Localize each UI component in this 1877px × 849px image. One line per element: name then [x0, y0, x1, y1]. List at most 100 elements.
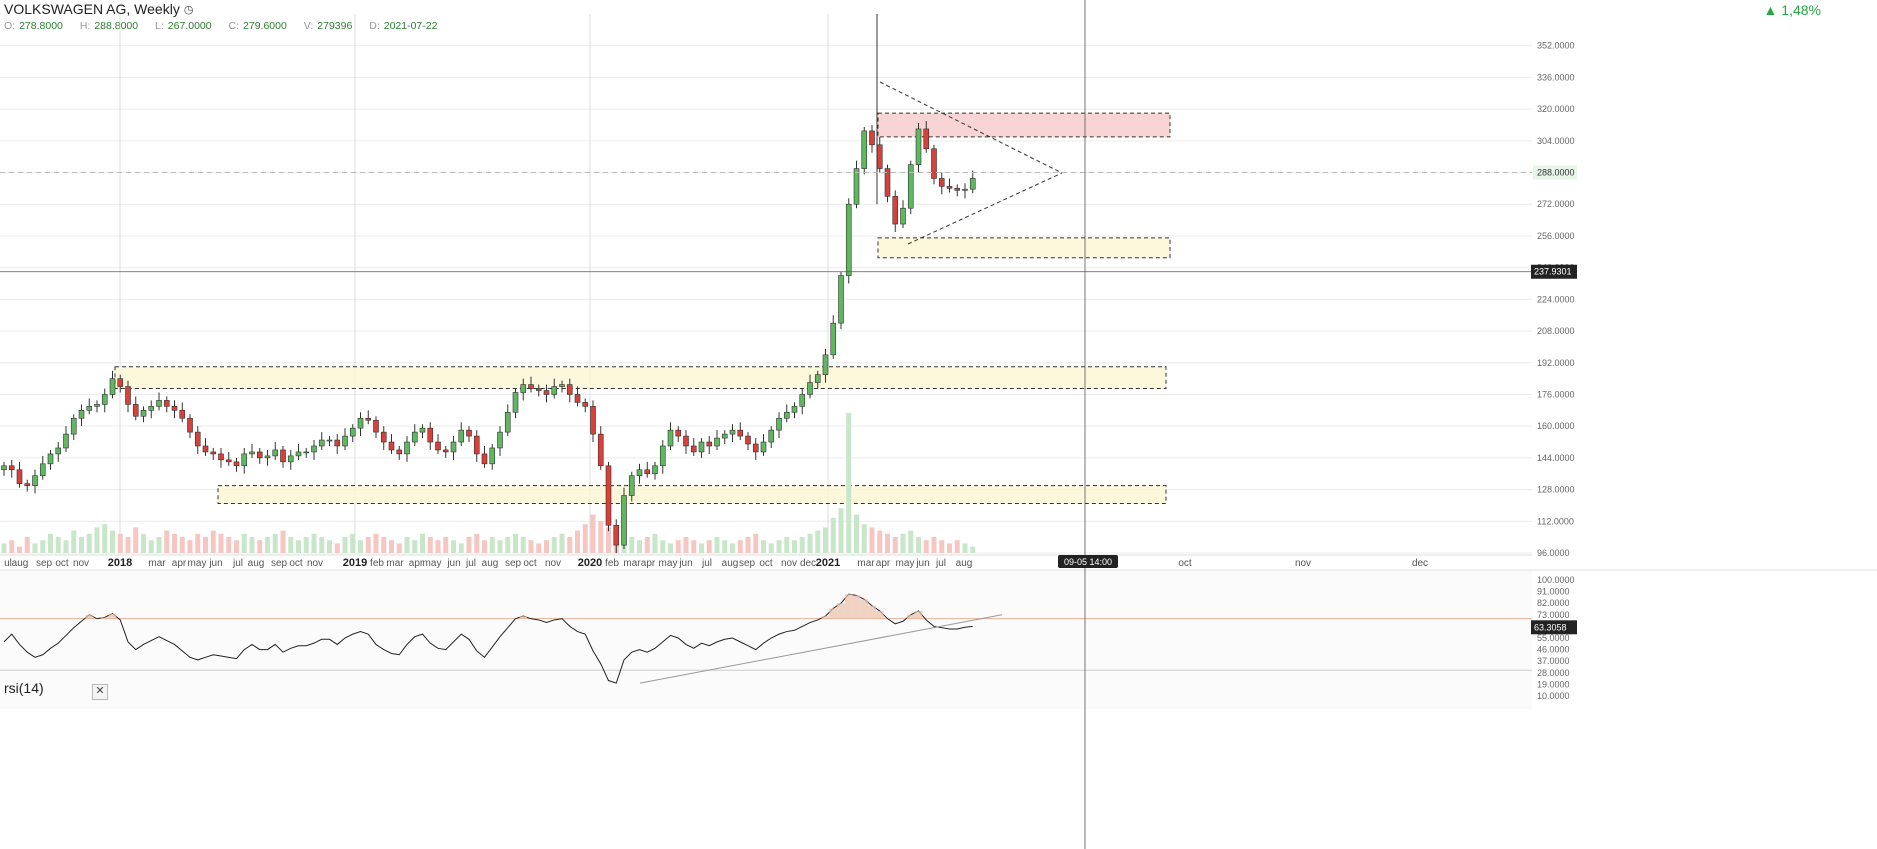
volume-bar: [365, 537, 371, 553]
volume-bar: [412, 540, 418, 553]
y-axis: 352.0000 336.0000 320.0000 304.0000 288.0000…: [1533, 41, 1577, 558]
candle-body: [86, 406, 93, 411]
candle-body: [233, 461, 240, 467]
volume-bar: [691, 540, 697, 553]
candle-body: [24, 483, 31, 486]
candle-body: [714, 437, 720, 447]
x-tick-label: may: [896, 558, 915, 569]
x-tick-label: oct: [1178, 558, 1192, 569]
candle-body: [117, 378, 124, 387]
candle-body: [210, 451, 217, 455]
candle-body: [218, 453, 224, 461]
x-tick-label: oct: [289, 558, 303, 569]
candle-body: [404, 441, 410, 455]
volume-bar: [737, 540, 743, 553]
candle-body: [264, 455, 271, 459]
candle-body: [380, 431, 387, 443]
volume-bar: [885, 533, 890, 553]
x-tick-label: aug: [956, 558, 973, 569]
volume-bar: [110, 530, 115, 553]
candle-body: [8, 465, 15, 471]
volume-bar: [303, 537, 309, 553]
volume-bar: [745, 537, 751, 553]
rsi-overbought-fill: [914, 610, 923, 619]
candle-body: [295, 451, 302, 457]
volume-bar: [861, 524, 867, 553]
x-tick-label: aug: [482, 558, 499, 569]
rsi-label: rsi(14): [4, 680, 44, 696]
x-tick-label: nov: [545, 558, 561, 569]
volume-bar: [900, 533, 906, 553]
volume-bar: [846, 413, 852, 553]
candle-body: [70, 417, 77, 435]
volume-bar: [892, 537, 898, 553]
volume-bar: [172, 533, 177, 553]
volume-bar: [404, 537, 410, 553]
candle-body: [807, 382, 813, 395]
candle-body: [419, 427, 426, 433]
volume-bar: [520, 537, 526, 553]
x-tick-label: nov: [1295, 558, 1311, 569]
volume-bar: [908, 530, 914, 553]
volume-bar: [226, 537, 232, 553]
volume-bar: [296, 540, 301, 553]
rsi-overbought-fill: [100, 617, 109, 619]
candle-body: [481, 453, 488, 465]
x-tick-label: may: [423, 558, 442, 569]
rsi-tick-label: 100.0000: [1537, 575, 1575, 585]
volume-bar: [660, 540, 666, 553]
volume-bar: [86, 533, 92, 553]
triangle-lower-line: [907, 172, 1063, 245]
candle-body: [63, 433, 69, 449]
volume-bar: [40, 540, 46, 553]
x-tick-label: aug: [12, 558, 29, 569]
volume-bar: [319, 537, 325, 553]
volume-bar: [722, 540, 728, 553]
rsi-overbought-fill: [85, 614, 94, 619]
volume-bar: [342, 537, 348, 553]
candle-body: [969, 178, 976, 190]
candle-body: [39, 463, 46, 477]
candle-body: [768, 429, 775, 443]
volume-bar: [815, 530, 821, 553]
support-zone: [217, 485, 1167, 504]
crosshair: 237.9301 09-05 14:00: [0, 0, 1577, 849]
volume-bar: [877, 530, 883, 553]
x-tick-label: 2021: [816, 557, 840, 569]
candle-body: [597, 433, 604, 467]
candle-body: [737, 429, 744, 437]
volume-bar: [195, 533, 201, 553]
volume-bar: [947, 543, 952, 553]
volume-bar: [683, 537, 689, 553]
candle-body: [900, 207, 906, 225]
chart-canvas[interactable]: ul aug sep oct nov 2018 mar apr may jun jul aug sep o…: [0, 0, 1877, 849]
volume-bar: [265, 537, 270, 553]
volume-bar: [551, 537, 557, 553]
volume-bar: [234, 540, 239, 553]
support-zone: [877, 237, 1171, 259]
x-tick-label: may: [659, 558, 678, 569]
x-tick-label: mar: [857, 558, 875, 569]
candle-body: [497, 431, 503, 449]
volume-bar: [141, 533, 146, 553]
zones-layer: [114, 112, 1171, 504]
candle-body: [311, 445, 317, 453]
candle-body: [582, 402, 589, 407]
volume-bar: [962, 543, 968, 553]
rsi-overbought-fill: [860, 599, 869, 619]
volume-bar: [792, 540, 797, 553]
volume-bar: [327, 540, 332, 553]
x-tick-label: nov: [781, 558, 797, 569]
volume-bar: [916, 537, 921, 553]
close-icon[interactable]: ✕: [92, 684, 108, 700]
volume-bar: [761, 540, 766, 553]
rsi-overbought-fill: [868, 605, 876, 619]
candle-body: [55, 447, 62, 455]
x-tick-label: dec: [1412, 558, 1428, 569]
candle-body: [272, 449, 279, 457]
x-tick-label: feb: [605, 558, 619, 569]
resistance-zone: [877, 112, 1171, 138]
candle-body: [915, 128, 922, 165]
candle-body: [94, 404, 100, 407]
volume-bar: [544, 540, 549, 553]
